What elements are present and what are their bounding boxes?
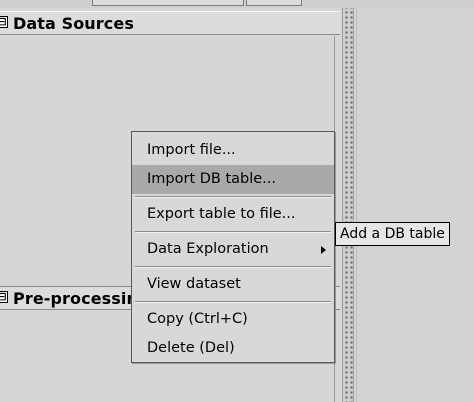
top-tab[interactable] [246,0,302,6]
tooltip-text: Add a DB table [340,226,445,242]
menu-separator [135,301,331,303]
collapse-icon[interactable]: ⊟ [0,16,8,28]
menu-separator [135,231,331,233]
preprocessing-title: Pre-processing [13,289,150,308]
menu-item-view-dataset[interactable]: View dataset [132,270,334,299]
top-tab-strip [0,0,474,8]
menu-item-label: Import DB table... [147,171,277,187]
menu-item-copy[interactable]: Copy (Ctrl+C) [132,305,334,334]
menu-item-export-table[interactable]: Export table to file... [132,200,334,229]
data-sources-header[interactable]: ⊟ Data Sources [0,11,340,35]
menu-item-label: Export table to file... [147,206,296,222]
menu-separator [135,196,331,198]
top-tab[interactable] [92,0,244,6]
right-panel[interactable] [356,8,474,402]
menu-item-label: Copy (Ctrl+C) [147,311,248,327]
menu-item-import-file[interactable]: Import file... [132,136,334,165]
menu-item-import-db-table[interactable]: Import DB table... [132,165,334,194]
tooltip: Add a DB table [335,222,450,246]
data-sources-title: Data Sources [13,14,134,33]
menu-item-data-exploration[interactable]: Data Exploration [132,235,334,264]
menu-item-label: Delete (Del) [147,340,235,356]
menu-item-delete[interactable]: Delete (Del) [132,334,334,363]
submenu-arrow-icon [321,246,326,254]
collapse-icon[interactable]: ⊟ [0,291,8,303]
context-menu: Import file... Import DB table... Export… [131,131,335,363]
menu-item-label: Data Exploration [147,241,269,257]
menu-item-label: View dataset [147,276,241,292]
menu-separator [135,266,331,268]
menu-item-label: Import file... [147,142,236,158]
split-pane-divider[interactable] [342,8,354,402]
